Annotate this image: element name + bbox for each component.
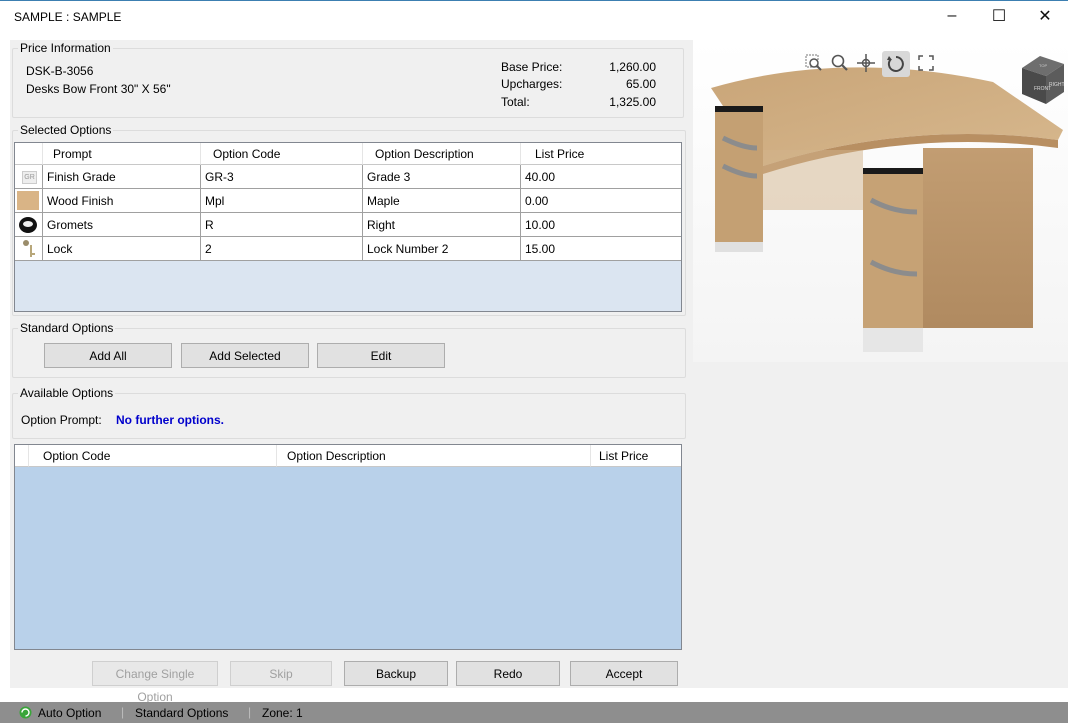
status-separator: | (121, 705, 125, 719)
table-row-description[interactable]: Maple (363, 189, 521, 213)
grade-icon: GR (22, 171, 37, 184)
standard-options-label: Standard Options (18, 321, 116, 335)
table-row-price[interactable]: 10.00 (521, 213, 681, 237)
total-label: Total: (501, 95, 530, 109)
change-single-option-button[interactable]: Change Single Option (92, 661, 218, 704)
option-prompt-label: Option Prompt: (21, 413, 102, 427)
part-number: DSK-B-3056 (26, 64, 94, 78)
table-row-code[interactable]: Mpl (201, 189, 363, 213)
accept-button[interactable]: Accept (570, 661, 678, 686)
zoom-window-icon[interactable] (805, 54, 823, 72)
available-options-label: Available Options (18, 386, 116, 400)
table-row-description[interactable]: Lock Number 2 (363, 237, 521, 261)
table-row-code[interactable]: R (201, 213, 363, 237)
title-bar: SAMPLE : SAMPLE – ☐ ✕ (0, 0, 1068, 30)
table-row-icon-cell (15, 237, 43, 261)
table-row-icon-cell (15, 213, 43, 237)
status-bar: Auto Option | Standard Options | Zone: 1 (0, 702, 1068, 723)
row-header-column (15, 143, 43, 165)
viewcube-right-label: RIGHT (1049, 82, 1065, 88)
zoom-icon[interactable] (831, 54, 849, 72)
3d-viewer[interactable]: FRONT RIGHT TOP (693, 40, 1068, 362)
key-icon (23, 240, 35, 257)
table-row-code[interactable]: GR-3 (201, 165, 363, 189)
viewer-pane: FRONT RIGHT TOP (690, 40, 1068, 688)
pan-icon[interactable] (856, 53, 876, 73)
grommet-icon (19, 217, 37, 233)
column-header-list-price[interactable]: List Price (591, 445, 681, 467)
row-header-column (15, 445, 29, 467)
status-zone: Zone: 1 (262, 706, 303, 720)
upcharges-label: Upcharges: (501, 77, 563, 91)
table-row-price[interactable]: 15.00 (521, 237, 681, 261)
auto-option-icon (19, 706, 32, 719)
edit-button[interactable]: Edit (317, 343, 445, 368)
fullscreen-icon[interactable] (917, 54, 935, 72)
part-description: Desks Bow Front 30" X 56" (26, 82, 171, 96)
window-title: SAMPLE : SAMPLE (14, 10, 122, 24)
status-separator: | (248, 705, 252, 719)
desk-model-render (711, 67, 1063, 352)
add-all-button[interactable]: Add All (44, 343, 172, 368)
maximize-button[interactable]: ☐ (976, 1, 1022, 31)
table-row-code[interactable]: 2 (201, 237, 363, 261)
minimize-button[interactable]: – (929, 1, 975, 31)
table-row-price[interactable]: 40.00 (521, 165, 681, 189)
column-header-option-code[interactable]: Option Code (201, 143, 363, 165)
column-header-option-description[interactable]: Option Description (363, 143, 521, 165)
table-row-prompt[interactable]: Finish Grade (43, 165, 201, 189)
column-header-prompt[interactable]: Prompt (43, 143, 201, 165)
table-row-price[interactable]: 0.00 (521, 189, 681, 213)
table-row-prompt[interactable]: Wood Finish (43, 189, 201, 213)
table-row-prompt[interactable]: Gromets (43, 213, 201, 237)
close-button[interactable]: ✕ (1022, 1, 1068, 31)
maple-swatch-icon (17, 191, 39, 210)
status-mode: Auto Option (38, 706, 102, 720)
base-price-label: Base Price: (501, 60, 563, 74)
status-section: Standard Options (135, 706, 229, 720)
skip-button[interactable]: Skip (230, 661, 332, 686)
upcharges-value: 65.00 (625, 77, 656, 91)
backup-button[interactable]: Backup (344, 661, 448, 686)
table-row-icon-cell (15, 189, 43, 213)
table-row-icon-cell: GR (15, 165, 43, 189)
option-prompt-value: No further options. (116, 413, 224, 427)
table-row-description[interactable]: Right (363, 213, 521, 237)
viewcube-top-label: TOP (1039, 63, 1047, 68)
selected-options-table[interactable]: Prompt Option Code Option Description Li… (14, 142, 682, 312)
selected-options-label: Selected Options (18, 123, 114, 137)
rotate-button[interactable] (882, 51, 910, 77)
rotate-icon (887, 56, 904, 72)
column-header-option-description[interactable]: Option Description (277, 445, 591, 467)
price-information-label: Price Information (18, 41, 113, 55)
table-row-prompt[interactable]: Lock (43, 237, 201, 261)
redo-button[interactable]: Redo (456, 661, 560, 686)
column-header-list-price[interactable]: List Price (521, 143, 681, 165)
base-price-value: 1,260.00 (609, 60, 656, 74)
total-value: 1,325.00 (609, 95, 656, 109)
add-selected-button[interactable]: Add Selected (181, 343, 309, 368)
viewcube-icon[interactable]: FRONT RIGHT TOP (1018, 52, 1068, 106)
options-pane: Price Information DSK-B-3056 Desks Bow F… (10, 40, 690, 704)
column-header-option-code[interactable]: Option Code (29, 445, 277, 467)
table-row-description[interactable]: Grade 3 (363, 165, 521, 189)
available-options-table[interactable]: Option Code Option Description List Pric… (14, 444, 682, 650)
